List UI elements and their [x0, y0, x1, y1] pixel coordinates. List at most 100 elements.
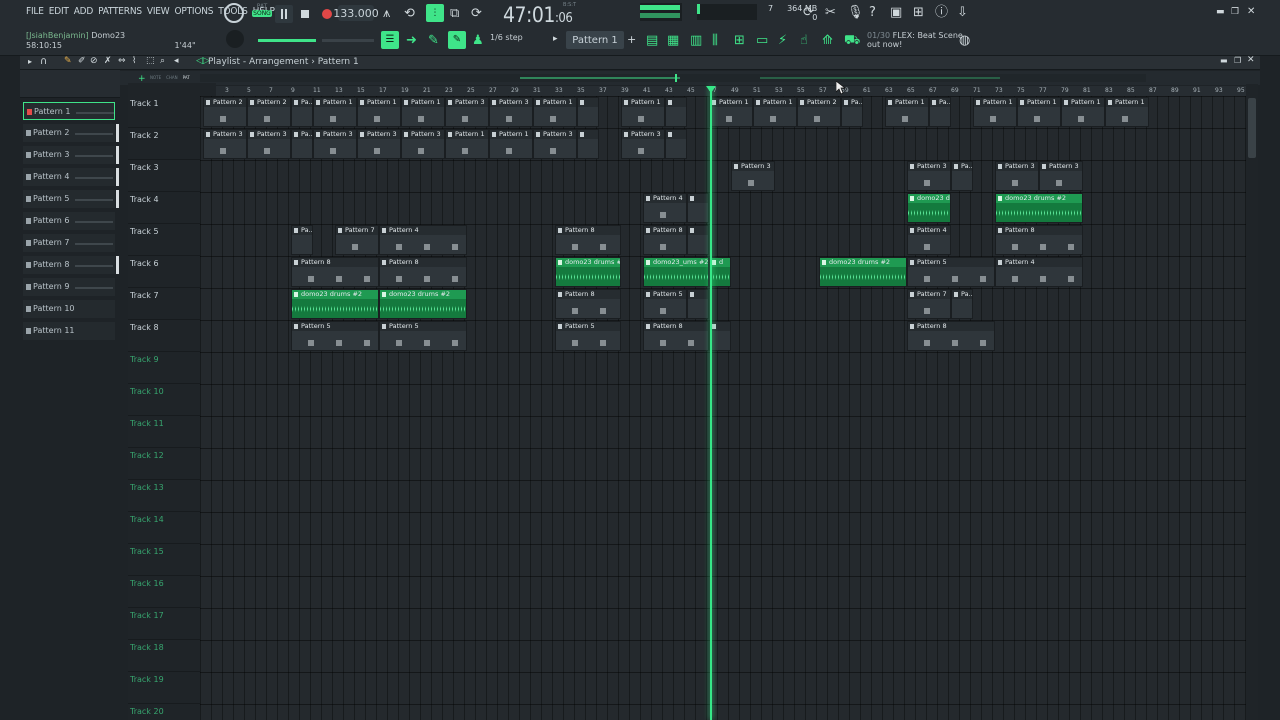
track-name[interactable]: Track 6 [130, 259, 159, 268]
pattern-clip[interactable]: Pattern 5 [643, 289, 687, 319]
pattern-clip[interactable]: Pattern 3 [401, 129, 445, 159]
plug-icon[interactable]: ⚡ [778, 34, 787, 47]
pattern-clip[interactable]: Pa..n 2 [841, 97, 863, 127]
zoom-tool-icon[interactable]: ⌕ [160, 57, 165, 66]
pattern-clip[interactable] [687, 225, 709, 255]
pattern-item[interactable]: Pattern 3 [23, 146, 119, 164]
metronome-icon[interactable]: ⩚ [383, 7, 390, 20]
track-name[interactable]: Track 7 [130, 291, 159, 300]
pattern-clip[interactable] [687, 289, 709, 319]
pattern-clip[interactable]: Pattern 2 [247, 97, 291, 127]
undo-history-icon[interactable]: ⟳ [803, 6, 814, 19]
pattern-clip[interactable]: Pattern 1 [533, 97, 577, 127]
track-name[interactable]: Track 5 [130, 227, 159, 236]
pattern-clip[interactable]: Pattern 5 [379, 321, 467, 351]
track-name[interactable]: Track 17 [130, 611, 164, 620]
pattern-clip[interactable] [577, 97, 599, 127]
pattern-clip[interactable]: Pa..n 1 [291, 97, 313, 127]
menu-patterns[interactable]: PATTERNS [98, 6, 142, 17]
master-volume-slider[interactable] [258, 39, 316, 42]
microphone-icon[interactable]: 🎙 [847, 6, 864, 19]
pattern-clip[interactable]: Pattern 1 [357, 97, 401, 127]
breadcrumb-pattern[interactable]: Pattern 1 [318, 57, 359, 67]
vertical-scroll-thumb[interactable] [1248, 98, 1256, 158]
pattern-clip[interactable] [665, 97, 687, 127]
mixer-window-icon[interactable]: ⫼ [712, 34, 718, 47]
info-icon[interactable]: ⓘ [935, 6, 948, 19]
pattern-clip[interactable]: Pattern 1 [1061, 97, 1105, 127]
playlist-snap-icon[interactable]: ☰ [381, 31, 399, 49]
pattern-clip[interactable]: Pa..3 [951, 161, 973, 191]
save-icon[interactable]: ▣ [890, 6, 902, 19]
magnet-icon[interactable]: ∩ [40, 57, 47, 67]
pattern-clip[interactable]: Pattern 4 [995, 257, 1083, 287]
pattern-item[interactable]: Pattern 9 [23, 278, 115, 296]
tab-chan[interactable]: CHAN [166, 75, 178, 80]
stamp-icon[interactable]: ♟ [472, 34, 484, 47]
playhead-line[interactable] [710, 86, 713, 720]
track-name[interactable]: Track 15 [130, 547, 164, 556]
pattern-clip[interactable]: Pattern 1 [445, 129, 489, 159]
arrow-right-icon[interactable]: ➜ [406, 34, 417, 47]
pattern-clip[interactable]: Pattern 4 [643, 193, 687, 223]
tools-icon[interactable]: ✂ [825, 6, 836, 19]
pencil-tool-icon[interactable]: ✎ [64, 57, 72, 66]
playlist-minimize-icon[interactable]: ▬ [1220, 57, 1228, 65]
pencil-icon[interactable]: ✎ [428, 34, 439, 47]
track-name[interactable]: Track 18 [130, 643, 164, 652]
pattern-selector[interactable]: Pattern 1 [566, 31, 624, 49]
pattern-clip[interactable]: Pattern 3 [247, 129, 291, 159]
mixer-icon[interactable]: ⊞ [913, 6, 924, 19]
pattern-clip[interactable]: Pattern 3 [357, 129, 401, 159]
close-icon[interactable]: ✕ [1247, 7, 1255, 17]
playlist-menu-arrow-icon[interactable]: ▸ [28, 58, 32, 66]
pattern-clip[interactable] [687, 193, 709, 223]
master-pitch-slider[interactable] [322, 39, 374, 42]
pattern-clip[interactable]: Pattern 3 [313, 129, 357, 159]
playlist-close-icon[interactable]: ✕ [1247, 56, 1255, 65]
playhead-marker[interactable] [706, 86, 717, 93]
pattern-clip[interactable]: Pattern 8 [995, 225, 1083, 255]
horizontal-scroll-overview[interactable] [200, 74, 1146, 82]
pattern-clip[interactable]: Pa..n 7 [291, 225, 313, 255]
pattern-clip[interactable]: Pattern 1 [753, 97, 797, 127]
tab-note[interactable]: NOTE [150, 75, 161, 80]
track-name[interactable]: Track 20 [130, 707, 164, 716]
pattern-item[interactable]: Pattern 1 [23, 102, 115, 120]
stop-button[interactable] [296, 5, 314, 23]
vertical-scrollbar[interactable] [1246, 84, 1258, 720]
menu-options[interactable]: OPTIONS [174, 6, 213, 17]
pattern-prev-icon[interactable]: ▸ [553, 35, 558, 44]
pattern-clip[interactable]: Pattern 3 [621, 129, 665, 159]
audio-clip[interactable]: d [709, 257, 731, 287]
piano-roll-icon[interactable]: ▦ [667, 34, 679, 47]
pattern-clip[interactable]: Pattern 1 [1105, 97, 1149, 127]
pattern-clip[interactable]: Pattern 2 [797, 97, 841, 127]
song-position-display[interactable]: 47:01:06 [503, 3, 573, 27]
download-icon[interactable]: ⇩ [957, 6, 968, 19]
track-name[interactable]: Track 19 [130, 675, 164, 684]
pattern-clip[interactable]: Pattern 7 [335, 225, 379, 255]
master-volume-knob[interactable] [224, 3, 244, 23]
select-tool-icon[interactable]: ⬚ [146, 57, 155, 66]
help-icon[interactable]: ? [869, 6, 876, 19]
pattern-clip[interactable]: Pattern 4 [379, 225, 467, 255]
pattern-clip[interactable]: Pattern 5 [555, 321, 621, 351]
pattern-clip[interactable]: Pattern 4 [907, 225, 951, 255]
pattern-clip[interactable]: Pattern 1 [1017, 97, 1061, 127]
countdown-toggle[interactable]: ⋮ [426, 4, 444, 22]
pattern-clip[interactable]: Pattern 8 [555, 289, 621, 319]
delete-tool-icon[interactable]: ⊘ [90, 57, 98, 66]
pattern-clip[interactable]: Pattern 8 [643, 225, 687, 255]
pattern-item[interactable]: Pattern 5 [23, 190, 119, 208]
pattern-item[interactable]: Pattern 11 [23, 322, 115, 340]
track-name[interactable]: Track 12 [130, 451, 164, 460]
playlist-title-bar[interactable]: ▸ ∩ ✎ ✐ ⊘ ✗ ⇔ ⌇ ⬚ ⌕ ◂ ◁▷ Playlist - Arra… [20, 56, 1260, 70]
pattern-clip[interactable]: Pattern 8 [291, 257, 379, 287]
timeline-ruler[interactable]: 1357911131517192123252729313335373941434… [200, 86, 1246, 96]
track-name[interactable]: Track 4 [130, 195, 159, 204]
audio-clip[interactable]: domo23 drums #2 [907, 193, 951, 223]
pattern-item[interactable]: Pattern 4 [23, 168, 119, 186]
track-name[interactable]: Track 9 [130, 355, 159, 364]
pattern-clip[interactable]: Pattern 1 [885, 97, 929, 127]
